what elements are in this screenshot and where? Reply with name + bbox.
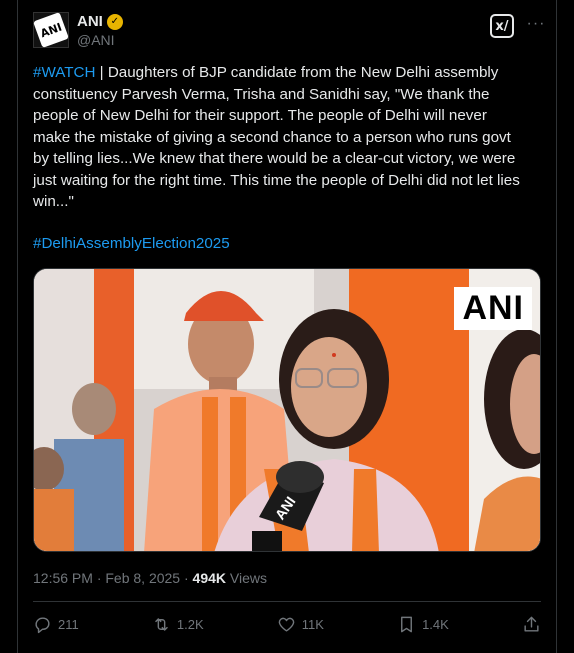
- action-bar: 211 1.2K 11K 1.4K: [33, 612, 541, 636]
- tweet-body: | Daughters of BJP candidate from the Ne…: [33, 64, 520, 210]
- verified-badge-icon: ✓: [106, 13, 123, 30]
- author-name-text[interactable]: ANI: [77, 13, 103, 30]
- repost-count: 1.2K: [176, 616, 204, 632]
- grok-icon[interactable]: x/: [490, 14, 514, 38]
- bookmark-icon: [401, 616, 413, 632]
- tweet-text: #WATCH | Daughters of BJP candidate from…: [33, 62, 528, 213]
- tweet-header: ANI ANI ✓ @ANI x/ ···: [33, 12, 546, 52]
- watch-hashtag[interactable]: #WATCH: [33, 64, 95, 81]
- repost-icon: [155, 617, 168, 631]
- divider: [33, 601, 541, 602]
- tweet-timestamp[interactable]: 12:56 PM · Feb 8, 2025 ·: [33, 570, 193, 586]
- tweet-card: ANI ANI ✓ @ANI x/ ··· #WATCH | Daughters…: [17, 0, 557, 653]
- bookmark-count: 1.4K: [422, 616, 449, 632]
- more-options-icon[interactable]: ···: [526, 14, 546, 34]
- share-button[interactable]: [522, 612, 541, 636]
- author-handle[interactable]: @ANI: [77, 32, 115, 48]
- reply-button[interactable]: 211: [33, 612, 79, 636]
- tweet-meta: 12:56 PM · Feb 8, 2025 · 494K Views: [33, 570, 267, 586]
- share-icon: [524, 616, 539, 632]
- views-label: Views: [226, 570, 267, 586]
- heart-icon: [278, 617, 295, 632]
- repost-button[interactable]: 1.2K: [152, 612, 204, 636]
- hashtag-link[interactable]: #DelhiAssemblyElection2025: [33, 235, 230, 252]
- bookmark-button[interactable]: 1.4K: [397, 612, 449, 636]
- ani-watermark: ANI: [454, 287, 532, 330]
- author-name[interactable]: ANI ✓: [77, 13, 123, 30]
- like-count: 11K: [301, 616, 324, 632]
- like-button[interactable]: 11K: [277, 612, 324, 636]
- reply-icon: [35, 616, 50, 633]
- views-count: 494K: [192, 570, 226, 586]
- reply-count: 211: [58, 616, 79, 632]
- avatar[interactable]: ANI: [33, 12, 69, 48]
- ani-logo: ANI: [33, 12, 69, 48]
